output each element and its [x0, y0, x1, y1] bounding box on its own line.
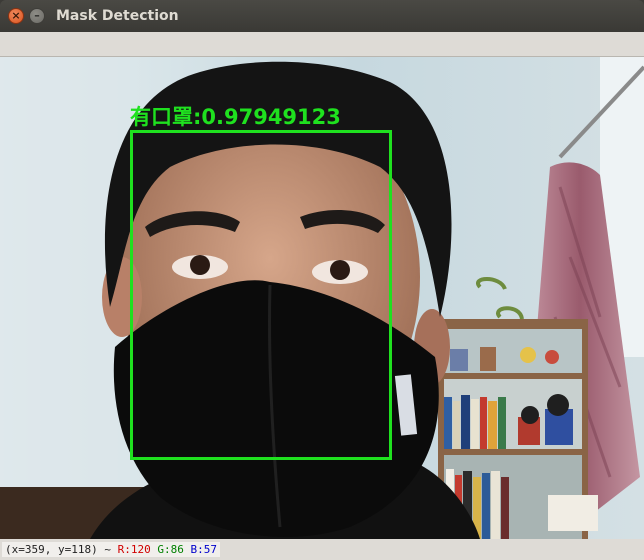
minimize-icon[interactable]: –	[29, 8, 45, 24]
detection-label: 有口罩:0.97949123	[130, 105, 341, 129]
window-titlebar: × – Mask Detection	[0, 0, 644, 32]
blue-value: B:57	[190, 543, 217, 556]
green-value: G:86	[157, 543, 184, 556]
toolbar	[0, 32, 644, 57]
statusbar: (x=359, y=118) ~ R:120 G:86 B:57	[0, 539, 644, 560]
cursor-coordinates: (x=359, y=118) ~	[5, 543, 111, 556]
red-value: R:120	[117, 543, 151, 556]
close-icon[interactable]: ×	[8, 8, 24, 24]
detection-box	[130, 130, 392, 460]
window-title: Mask Detection	[56, 8, 179, 24]
camera-image[interactable]: 有口罩:0.97949123	[0, 57, 644, 539]
pixel-info: (x=359, y=118) ~ R:120 G:86 B:57	[2, 542, 220, 557]
